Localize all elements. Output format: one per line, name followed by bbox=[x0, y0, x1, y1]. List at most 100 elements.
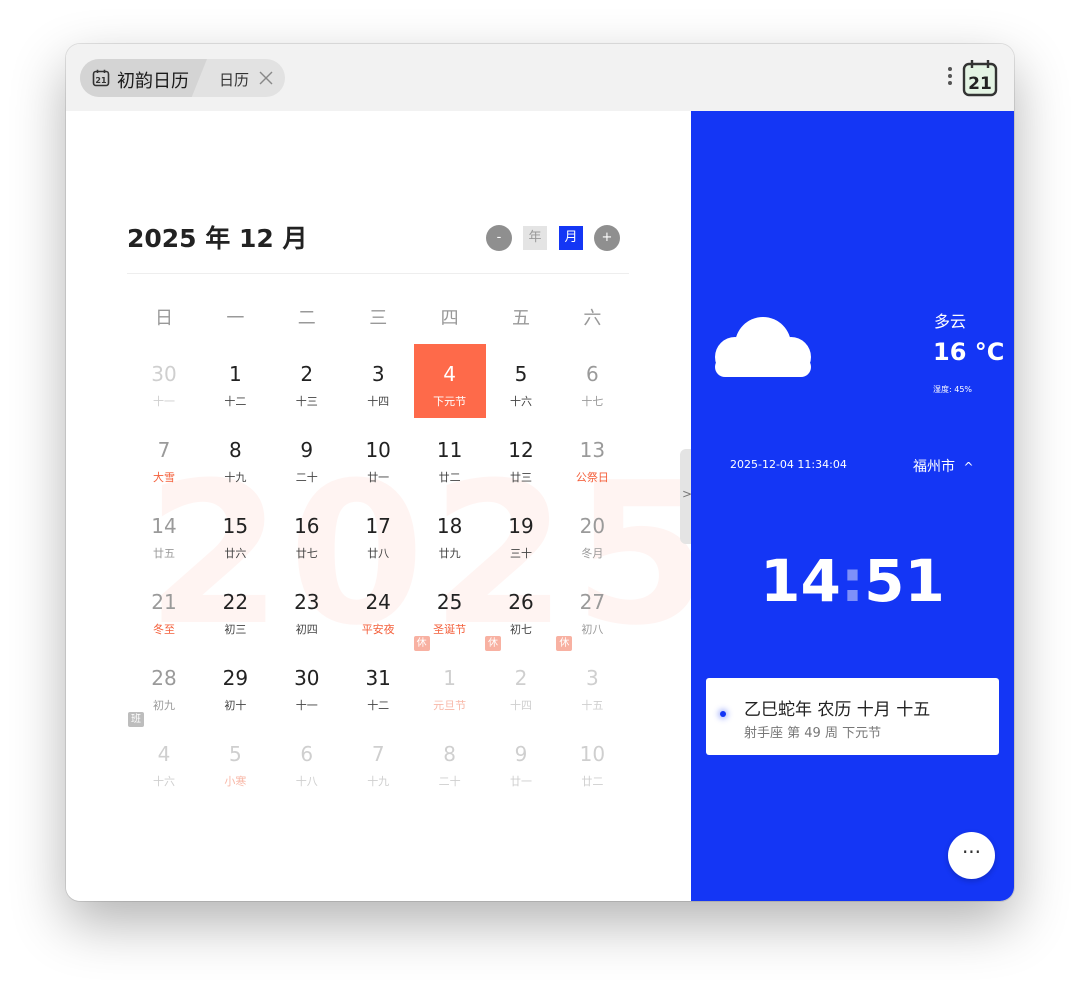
calendar-day[interactable]: 20 冬月 bbox=[556, 496, 628, 570]
day-number: 6 bbox=[300, 742, 314, 766]
day-number: 6 bbox=[586, 362, 599, 386]
day-number: 7 bbox=[157, 438, 171, 462]
more-vertical-icon[interactable] bbox=[944, 64, 956, 92]
calendar-day[interactable]: 22 初三 bbox=[199, 572, 271, 646]
current-datetime: 2025-12-04 11:34:04 bbox=[730, 458, 847, 471]
day-number: 27 bbox=[579, 590, 606, 614]
title-bar: 21 初韵日历 日历 21 bbox=[66, 44, 1014, 111]
month-view-button[interactable]: 月 bbox=[559, 226, 583, 250]
calendar-day[interactable]: 27 初八 bbox=[556, 572, 628, 646]
next-button[interactable]: + bbox=[594, 225, 620, 251]
calendar-day[interactable]: 6 十七 bbox=[556, 344, 628, 418]
lunar-label: 初七 bbox=[510, 623, 532, 636]
calendar-day[interactable]: 19 三十 bbox=[485, 496, 557, 570]
weekday-label: 一 bbox=[226, 308, 245, 329]
calendar-day[interactable]: 3 十四 bbox=[342, 344, 414, 418]
calendar-day[interactable]: 8 十九 bbox=[199, 420, 271, 494]
calendar-day[interactable]: 3 十五 休 bbox=[556, 636, 628, 722]
clock: 14:51 bbox=[691, 547, 1014, 615]
calendar-day[interactable]: 23 初四 bbox=[271, 572, 343, 646]
calendar-day[interactable]: 30 十一 bbox=[128, 344, 200, 418]
view-controls: - 年 月 + bbox=[486, 225, 626, 251]
lunar-label: 十三 bbox=[295, 395, 318, 408]
calendar-day[interactable]: 13 公祭日 bbox=[556, 420, 628, 494]
lunar-label: 廿一 bbox=[510, 775, 532, 788]
calendar-day[interactable]: 24 平安夜 bbox=[342, 572, 414, 646]
lunar-label: 十九 bbox=[367, 775, 390, 788]
calendar-day[interactable]: 9 廿一 bbox=[485, 724, 557, 798]
calendar-day[interactable]: 31 十二 bbox=[342, 648, 414, 722]
calendar-day[interactable]: 14 廿五 bbox=[128, 496, 200, 570]
calendar-day[interactable]: 10 廿一 bbox=[342, 420, 414, 494]
calendar-day[interactable]: 25 圣诞节 bbox=[414, 572, 486, 646]
holiday-badge: 休 bbox=[556, 636, 573, 651]
lunar-label: 十一 bbox=[295, 699, 318, 712]
calendar-day[interactable]: 10 廿二 bbox=[556, 724, 628, 798]
calendar-day[interactable]: 6 十八 bbox=[271, 724, 343, 798]
day-number: 17 bbox=[365, 514, 391, 538]
day-number: 10 bbox=[365, 438, 391, 462]
calendar-icon: 21 bbox=[92, 69, 110, 87]
calendar-day[interactable]: 21 冬至 bbox=[128, 572, 200, 646]
lunar-label: 廿九 bbox=[438, 547, 461, 560]
calendar-day[interactable]: 28 初九 bbox=[128, 648, 200, 722]
day-number: 4 bbox=[443, 362, 456, 386]
calendar-day[interactable]: 5 十六 bbox=[485, 344, 557, 418]
tab-group: 21 初韵日历 日历 bbox=[80, 59, 285, 97]
calendar-day[interactable]: 29 初十 bbox=[199, 648, 271, 722]
calendar-day-selected[interactable]: 4 下元节 bbox=[413, 344, 486, 418]
calendar-day[interactable]: 26 初七 bbox=[485, 572, 557, 646]
day-number: 26 bbox=[508, 590, 534, 614]
lunar-label: 平安夜 bbox=[361, 623, 395, 636]
calendar-day[interactable]: 16 廿七 bbox=[271, 496, 343, 570]
calendar-day[interactable]: 9 二十 bbox=[271, 420, 343, 494]
calendar-day[interactable]: 2 十三 bbox=[271, 344, 343, 418]
lunar-label: 冬月 bbox=[581, 547, 604, 560]
city-selector[interactable]: 福州市 ^ bbox=[913, 456, 974, 476]
calendar-day[interactable]: 15 廿六 bbox=[199, 496, 271, 570]
day-number: 3 bbox=[586, 666, 599, 690]
lunar-details: 射手座 第 49 周 下元节 bbox=[744, 726, 882, 741]
lunar-date: 乙巳蛇年 农历 十月 十五 bbox=[744, 700, 931, 720]
header-divider bbox=[127, 273, 629, 274]
lunar-label: 十八 bbox=[295, 775, 318, 788]
calendar-day[interactable]: 30 十一 bbox=[271, 648, 343, 722]
calendar-day[interactable]: 11 廿二 bbox=[414, 420, 486, 494]
close-icon[interactable] bbox=[259, 71, 273, 85]
lunar-label: 十六 bbox=[153, 775, 175, 788]
calendar-day[interactable]: 17 廿八 bbox=[342, 496, 414, 570]
lunar-label: 大雪 bbox=[153, 471, 175, 484]
more-button[interactable]: ··· bbox=[948, 832, 995, 879]
calendar-day[interactable]: 4 十六 班 bbox=[128, 712, 200, 798]
day-number: 3 bbox=[371, 362, 385, 386]
calendar-day[interactable]: 12 廿三 bbox=[485, 420, 557, 494]
day-number: 12 bbox=[508, 438, 534, 462]
calendar-day[interactable]: 2 十四 休 bbox=[485, 636, 557, 722]
calendar-day[interactable]: 1 十二 bbox=[199, 344, 271, 418]
day-number: 19 bbox=[508, 514, 534, 538]
weekday-header: 日 一 二 三 四 五 六 bbox=[128, 304, 628, 330]
tab-calendar-title[interactable]: 日历 bbox=[219, 69, 249, 90]
prev-button[interactable]: - bbox=[486, 225, 512, 251]
calendar-day[interactable]: 1 元旦节 休 bbox=[413, 636, 486, 722]
lunar-label: 初三 bbox=[224, 623, 247, 636]
year-view-button[interactable]: 年 bbox=[523, 226, 547, 250]
app-calendar-icon[interactable]: 21 bbox=[962, 59, 998, 97]
calendar-day[interactable]: 7 大雪 bbox=[128, 420, 200, 494]
calendar-day[interactable]: 5 小寒 bbox=[199, 724, 271, 798]
temperature: 16 °C bbox=[933, 338, 1005, 366]
lunar-label: 初八 bbox=[581, 623, 604, 636]
calendar-day[interactable]: 7 十九 bbox=[342, 724, 414, 798]
lunar-label: 十四 bbox=[510, 699, 532, 712]
lunar-label: 二十 bbox=[295, 471, 318, 484]
calendar-day[interactable]: 8 二十 bbox=[414, 724, 486, 798]
lunar-label: 十二 bbox=[367, 699, 390, 712]
day-number: 1 bbox=[443, 666, 456, 690]
weekday-label: 四 bbox=[440, 308, 459, 329]
lunar-label: 十二 bbox=[224, 395, 247, 408]
lunar-label: 圣诞节 bbox=[433, 623, 467, 636]
lunar-label: 下元节 bbox=[433, 395, 467, 408]
day-number: 15 bbox=[222, 514, 249, 538]
day-number: 28 bbox=[151, 666, 177, 690]
calendar-day[interactable]: 18 廿九 bbox=[414, 496, 486, 570]
